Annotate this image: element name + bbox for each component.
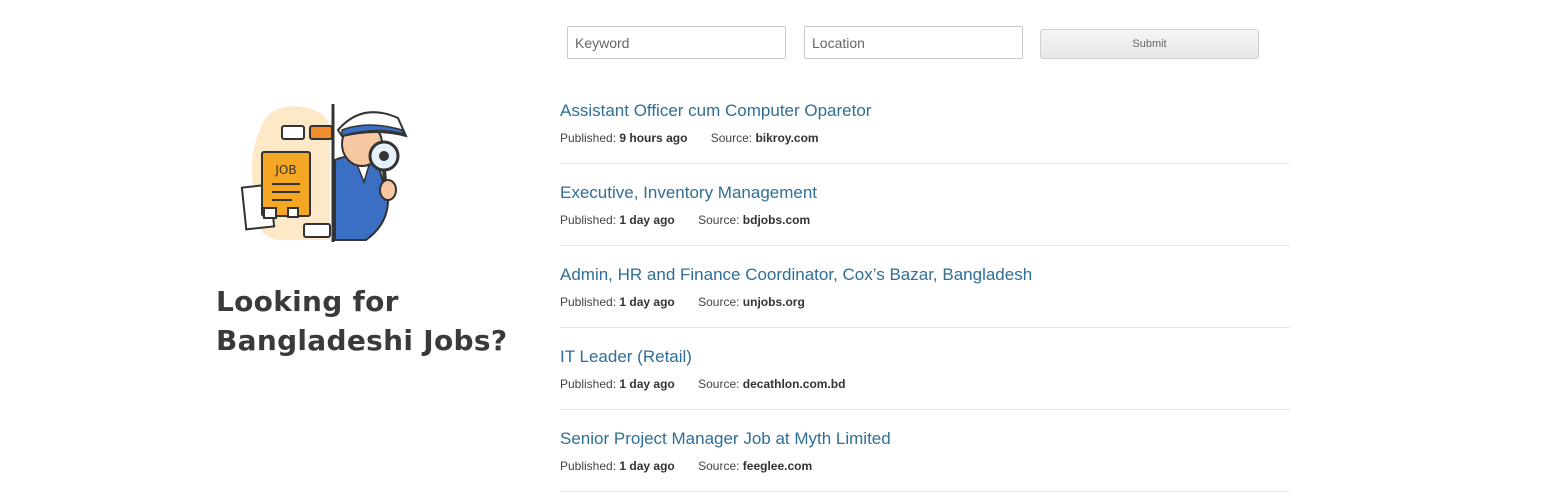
source-value: unjobs.org [742,295,805,309]
job-list-item: Admin, HR and Finance Coordinator, Cox’s… [560,246,1290,328]
published-label: Published: [560,377,617,391]
svg-text:JOB: JOB [274,163,296,177]
source-label: Source: [698,459,740,473]
published-value: 1 day ago [619,295,675,309]
source-value: feeglee.com [742,459,813,473]
job-list-item: Senior Project Manager Job at Myth Limit… [560,410,1290,492]
source-value: bikroy.com [755,131,819,145]
submit-button[interactable]: Submit [1040,29,1259,59]
job-title-link[interactable]: IT Leader (Retail) [560,347,692,367]
keyword-input[interactable] [567,26,786,59]
headline-line1: Looking for [216,285,399,318]
source-value: decathlon.com.bd [742,377,846,391]
published-label: Published: [560,131,617,145]
job-meta: Published: 1 day ago Source: unjobs.org [560,295,805,309]
source-label: Source: [710,131,753,145]
location-input[interactable] [804,26,1023,59]
source-value: bdjobs.com [742,213,811,227]
job-meta: Published: 1 day ago Source: decathlon.c… [560,377,845,391]
page-headline: Looking for Bangladeshi Jobs? [216,282,507,360]
published-value: 1 day ago [619,213,675,227]
source-label: Source: [698,295,740,309]
detective-job-search-icon: JOB [238,100,420,248]
job-title-link[interactable]: Assistant Officer cum Computer Oparetor [560,101,871,121]
published-value: 1 day ago [619,459,675,473]
job-meta: Published: 9 hours ago Source: bikroy.co… [560,131,819,145]
published-label: Published: [560,295,617,309]
published-label: Published: [560,213,617,227]
published-value: 1 day ago [619,377,675,391]
source-label: Source: [698,213,740,227]
job-list: Assistant Officer cum Computer Oparetor … [560,82,1290,492]
job-list-item: Executive, Inventory Management Publishe… [560,164,1290,246]
job-list-item: Assistant Officer cum Computer Oparetor … [560,82,1290,164]
job-title-link[interactable]: Executive, Inventory Management [560,183,817,203]
published-label: Published: [560,459,617,473]
job-meta: Published: 1 day ago Source: feeglee.com [560,459,812,473]
job-title-link[interactable]: Senior Project Manager Job at Myth Limit… [560,429,891,449]
job-meta: Published: 1 day ago Source: bdjobs.com [560,213,810,227]
published-value: 9 hours ago [619,131,688,145]
source-label: Source: [698,377,740,391]
job-title-link[interactable]: Admin, HR and Finance Coordinator, Cox’s… [560,265,1032,285]
job-list-item: IT Leader (Retail) Published: 1 day ago … [560,328,1290,410]
headline-line2: Bangladeshi Jobs? [216,324,508,357]
